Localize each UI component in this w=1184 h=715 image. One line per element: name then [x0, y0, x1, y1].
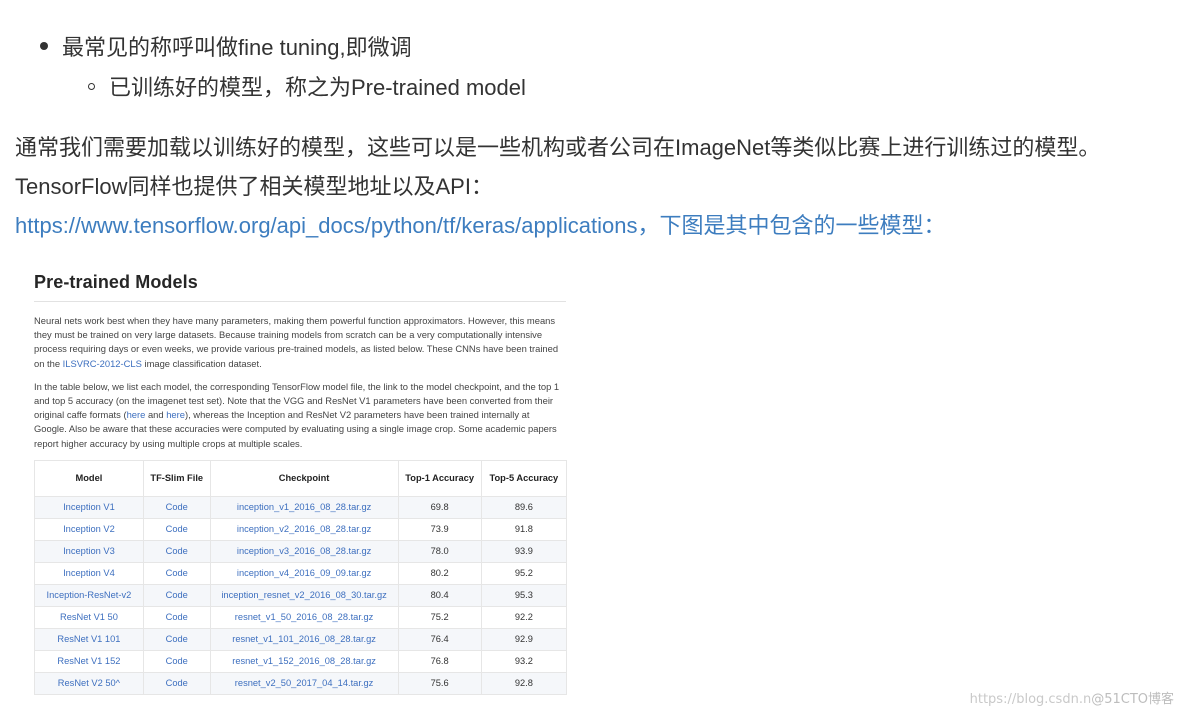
bullet-text: 最常见的称呼叫做fine tuning,即微调	[62, 35, 412, 60]
model-name-link[interactable]: ResNet V1 101	[34, 627, 144, 651]
table-row: Inception V3 Code inception_v3_2016_08_28.…	[34, 539, 568, 563]
checkpoint-link[interactable]: resnet_v1_101_2016_08_28.tar.gz	[209, 627, 399, 651]
title-divider	[34, 301, 566, 302]
top5-value: 89.6	[480, 495, 568, 519]
table-body: Inception V1 Code inception_v1_2016_08_28.…	[34, 495, 568, 695]
embed-p1-tail: image classification dataset.	[141, 357, 262, 369]
checkpoint-link[interactable]: inception_resnet_v2_2016_08_30.tar.gz	[209, 583, 399, 607]
top1-value: 73.9	[397, 517, 482, 541]
model-name-link[interactable]: Inception V4	[34, 561, 144, 585]
code-link[interactable]: Code	[142, 671, 211, 695]
code-link[interactable]: Code	[142, 605, 211, 629]
checkpoint-link[interactable]: inception_v1_2016_08_28.tar.gz	[209, 495, 399, 519]
embed-p2-and: and	[145, 409, 167, 421]
checkpoint-link[interactable]: resnet_v1_152_2016_08_28.tar.gz	[209, 649, 399, 673]
top1-value: 76.8	[397, 649, 482, 673]
top5-value: 93.9	[480, 539, 568, 563]
table-row: Inception-ResNet-v2 Code inception_resnet_…	[34, 583, 568, 607]
body-paragraph: 通常我们需要加载以训练好的模型，这些可以是一些机构或者公司在ImageNet等类…	[15, 128, 1175, 245]
top5-value: 93.2	[480, 649, 568, 673]
top1-value: 76.4	[397, 627, 482, 651]
code-link[interactable]: Code	[142, 649, 211, 673]
model-name-link[interactable]: ResNet V1 50	[34, 605, 144, 629]
top5-value: 95.2	[480, 561, 568, 585]
embed-title: Pre-trained Models	[34, 272, 198, 292]
table-row: ResNet V1 101 Code resnet_v1_101_2016_08_2…	[34, 627, 568, 651]
col-top5-header: Top-5 Accuracy	[480, 459, 568, 497]
top5-value: 92.9	[480, 627, 568, 651]
top1-value: 80.2	[397, 561, 482, 585]
table-header-row: Model TF-Slim File Checkpoint Top-1 Accu…	[34, 459, 568, 497]
paragraph-link-suffix: ，下图是其中包含的一些模型：	[637, 213, 946, 238]
code-link[interactable]: Code	[142, 583, 211, 607]
code-link[interactable]: Code	[142, 539, 211, 563]
checkpoint-link[interactable]: resnet_v1_50_2016_08_28.tar.gz	[209, 605, 399, 629]
col-file-header: TF-Slim File	[142, 459, 211, 497]
model-name-link[interactable]: ResNet V1 152	[34, 649, 144, 673]
embed-paragraph-1: Neural nets work best when they have man…	[34, 314, 560, 371]
bullet-list: 最常见的称呼叫做fine tuning,即微调 已训练好的模型，称之为Pre-t…	[40, 28, 1140, 104]
table-row: Inception V2 Code inception_v2_2016_08_28.…	[34, 517, 568, 541]
code-link[interactable]: Code	[142, 627, 211, 651]
code-link[interactable]: Code	[142, 495, 211, 519]
embed-paragraph-2: In the table below, we list each model, …	[34, 380, 560, 451]
top5-value: 95.3	[480, 583, 568, 607]
sub-bullet-text: 已训练好的模型，称之为Pre-trained model	[109, 75, 526, 100]
checkpoint-link[interactable]: inception_v2_2016_08_28.tar.gz	[209, 517, 399, 541]
bullet-dot-icon	[40, 42, 48, 50]
sub-bullet-item: 已训练好的模型，称之为Pre-trained model	[88, 68, 1140, 104]
checkpoint-link[interactable]: resnet_v2_50_2017_04_14.tar.gz	[209, 671, 399, 695]
table-row: ResNet V1 50 Code resnet_v1_50_2016_08_28.…	[34, 605, 568, 629]
col-checkpoint-header: Checkpoint	[209, 459, 399, 497]
checkpoint-link[interactable]: inception_v4_2016_09_09.tar.gz	[209, 561, 399, 585]
model-name-link[interactable]: Inception V1	[34, 495, 144, 519]
here-link-1[interactable]: here	[127, 409, 146, 420]
model-name-link[interactable]: ResNet V2 50^	[34, 671, 144, 695]
top1-value: 75.6	[397, 671, 482, 695]
here-link-2[interactable]: here	[166, 409, 185, 420]
ilsvrc-link[interactable]: ILSVRC-2012-CLS	[63, 358, 142, 369]
watermark: https://blog.csdn.n@51CTO博客	[970, 688, 1174, 707]
table-row: ResNet V2 50^ Code resnet_v2_50_2017_04_14…	[34, 671, 568, 695]
table-row: Inception V4 Code inception_v4_2016_09_09.…	[34, 561, 568, 585]
top1-value: 78.0	[397, 539, 482, 563]
pretrained-models-image: Pre-trained Models Neural nets work best…	[34, 262, 570, 695]
bullet-circle-icon	[88, 82, 95, 90]
table-row: Inception V1 Code inception_v1_2016_08_28.…	[34, 495, 568, 519]
models-table: Model TF-Slim File Checkpoint Top-1 Accu…	[34, 459, 568, 695]
code-link[interactable]: Code	[142, 561, 211, 585]
keras-applications-link[interactable]: https://www.tensorflow.org/api_docs/pyth…	[15, 213, 637, 238]
top5-value: 92.8	[480, 671, 568, 695]
model-name-link[interactable]: Inception-ResNet-v2	[34, 583, 144, 607]
col-model-header: Model	[34, 459, 144, 497]
paragraph-text: 通常我们需要加载以训练好的模型，这些可以是一些机构或者公司在ImageNet等类…	[15, 135, 1101, 199]
top1-value: 69.8	[397, 495, 482, 519]
bullet-item: 最常见的称呼叫做fine tuning,即微调	[40, 28, 1140, 64]
watermark-brand: @51CTO博客	[1091, 692, 1174, 707]
top5-value: 91.8	[480, 517, 568, 541]
top1-value: 80.4	[397, 583, 482, 607]
col-top1-header: Top-1 Accuracy	[397, 459, 482, 497]
table-row: ResNet V1 152 Code resnet_v1_152_2016_08_2…	[34, 649, 568, 673]
model-name-link[interactable]: Inception V3	[34, 539, 144, 563]
top1-value: 75.2	[397, 605, 482, 629]
top5-value: 92.2	[480, 605, 568, 629]
checkpoint-link[interactable]: inception_v3_2016_08_28.tar.gz	[209, 539, 399, 563]
model-name-link[interactable]: Inception V2	[34, 517, 144, 541]
code-link[interactable]: Code	[142, 517, 211, 541]
watermark-url: https://blog.csdn.n	[969, 692, 1092, 707]
